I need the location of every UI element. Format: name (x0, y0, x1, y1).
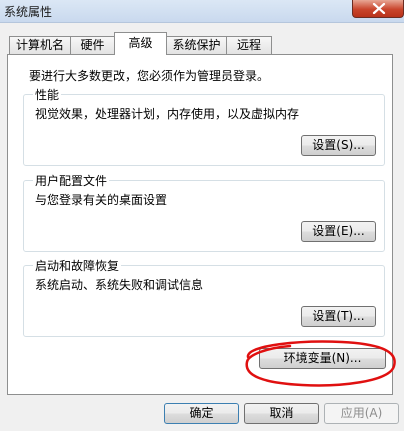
performance-settings-button[interactable]: 设置(S)... (301, 135, 376, 156)
startup-recovery-description: 系统启动、系统失败和调试信息 (35, 278, 204, 292)
user-profiles-settings-button[interactable]: 设置(E)... (301, 221, 376, 242)
tab-hardware[interactable]: 硬件 (70, 36, 115, 54)
environment-variables-button[interactable]: 环境变量(N)... (259, 348, 386, 369)
apply-button[interactable]: 应用(A) (324, 403, 399, 424)
user-profiles-title: 用户配置文件 (33, 172, 110, 189)
ok-button[interactable]: 确定 (164, 403, 239, 424)
cancel-button[interactable]: 取消 (244, 403, 319, 424)
tab-computer-name[interactable]: 计算机名 (9, 36, 71, 54)
close-icon (372, 3, 386, 14)
system-properties-dialog: 系统属性 计算机名 硬件 高级 系统保护 远程 要进行大多数更改，您必须作为管理… (0, 0, 404, 431)
tab-system-protection[interactable]: 系统保护 (166, 36, 227, 54)
close-button[interactable] (352, 0, 404, 18)
performance-title: 性能 (33, 86, 62, 103)
window-title: 系统属性 (4, 5, 53, 19)
admin-notice: 要进行大多数更改，您必须作为管理员登录。 (29, 69, 270, 83)
startup-recovery-title: 启动和故障恢复 (33, 257, 122, 274)
startup-recovery-settings-button[interactable]: 设置(T)... (301, 306, 376, 327)
user-profiles-description: 与您登录有关的桌面设置 (35, 193, 168, 207)
title-bar: 系统属性 (0, 0, 404, 23)
performance-description: 视觉效果，处理器计划，内存使用，以及虚拟内存 (35, 107, 300, 121)
tab-advanced[interactable]: 高级 (114, 32, 167, 55)
tab-remote[interactable]: 远程 (226, 36, 272, 54)
